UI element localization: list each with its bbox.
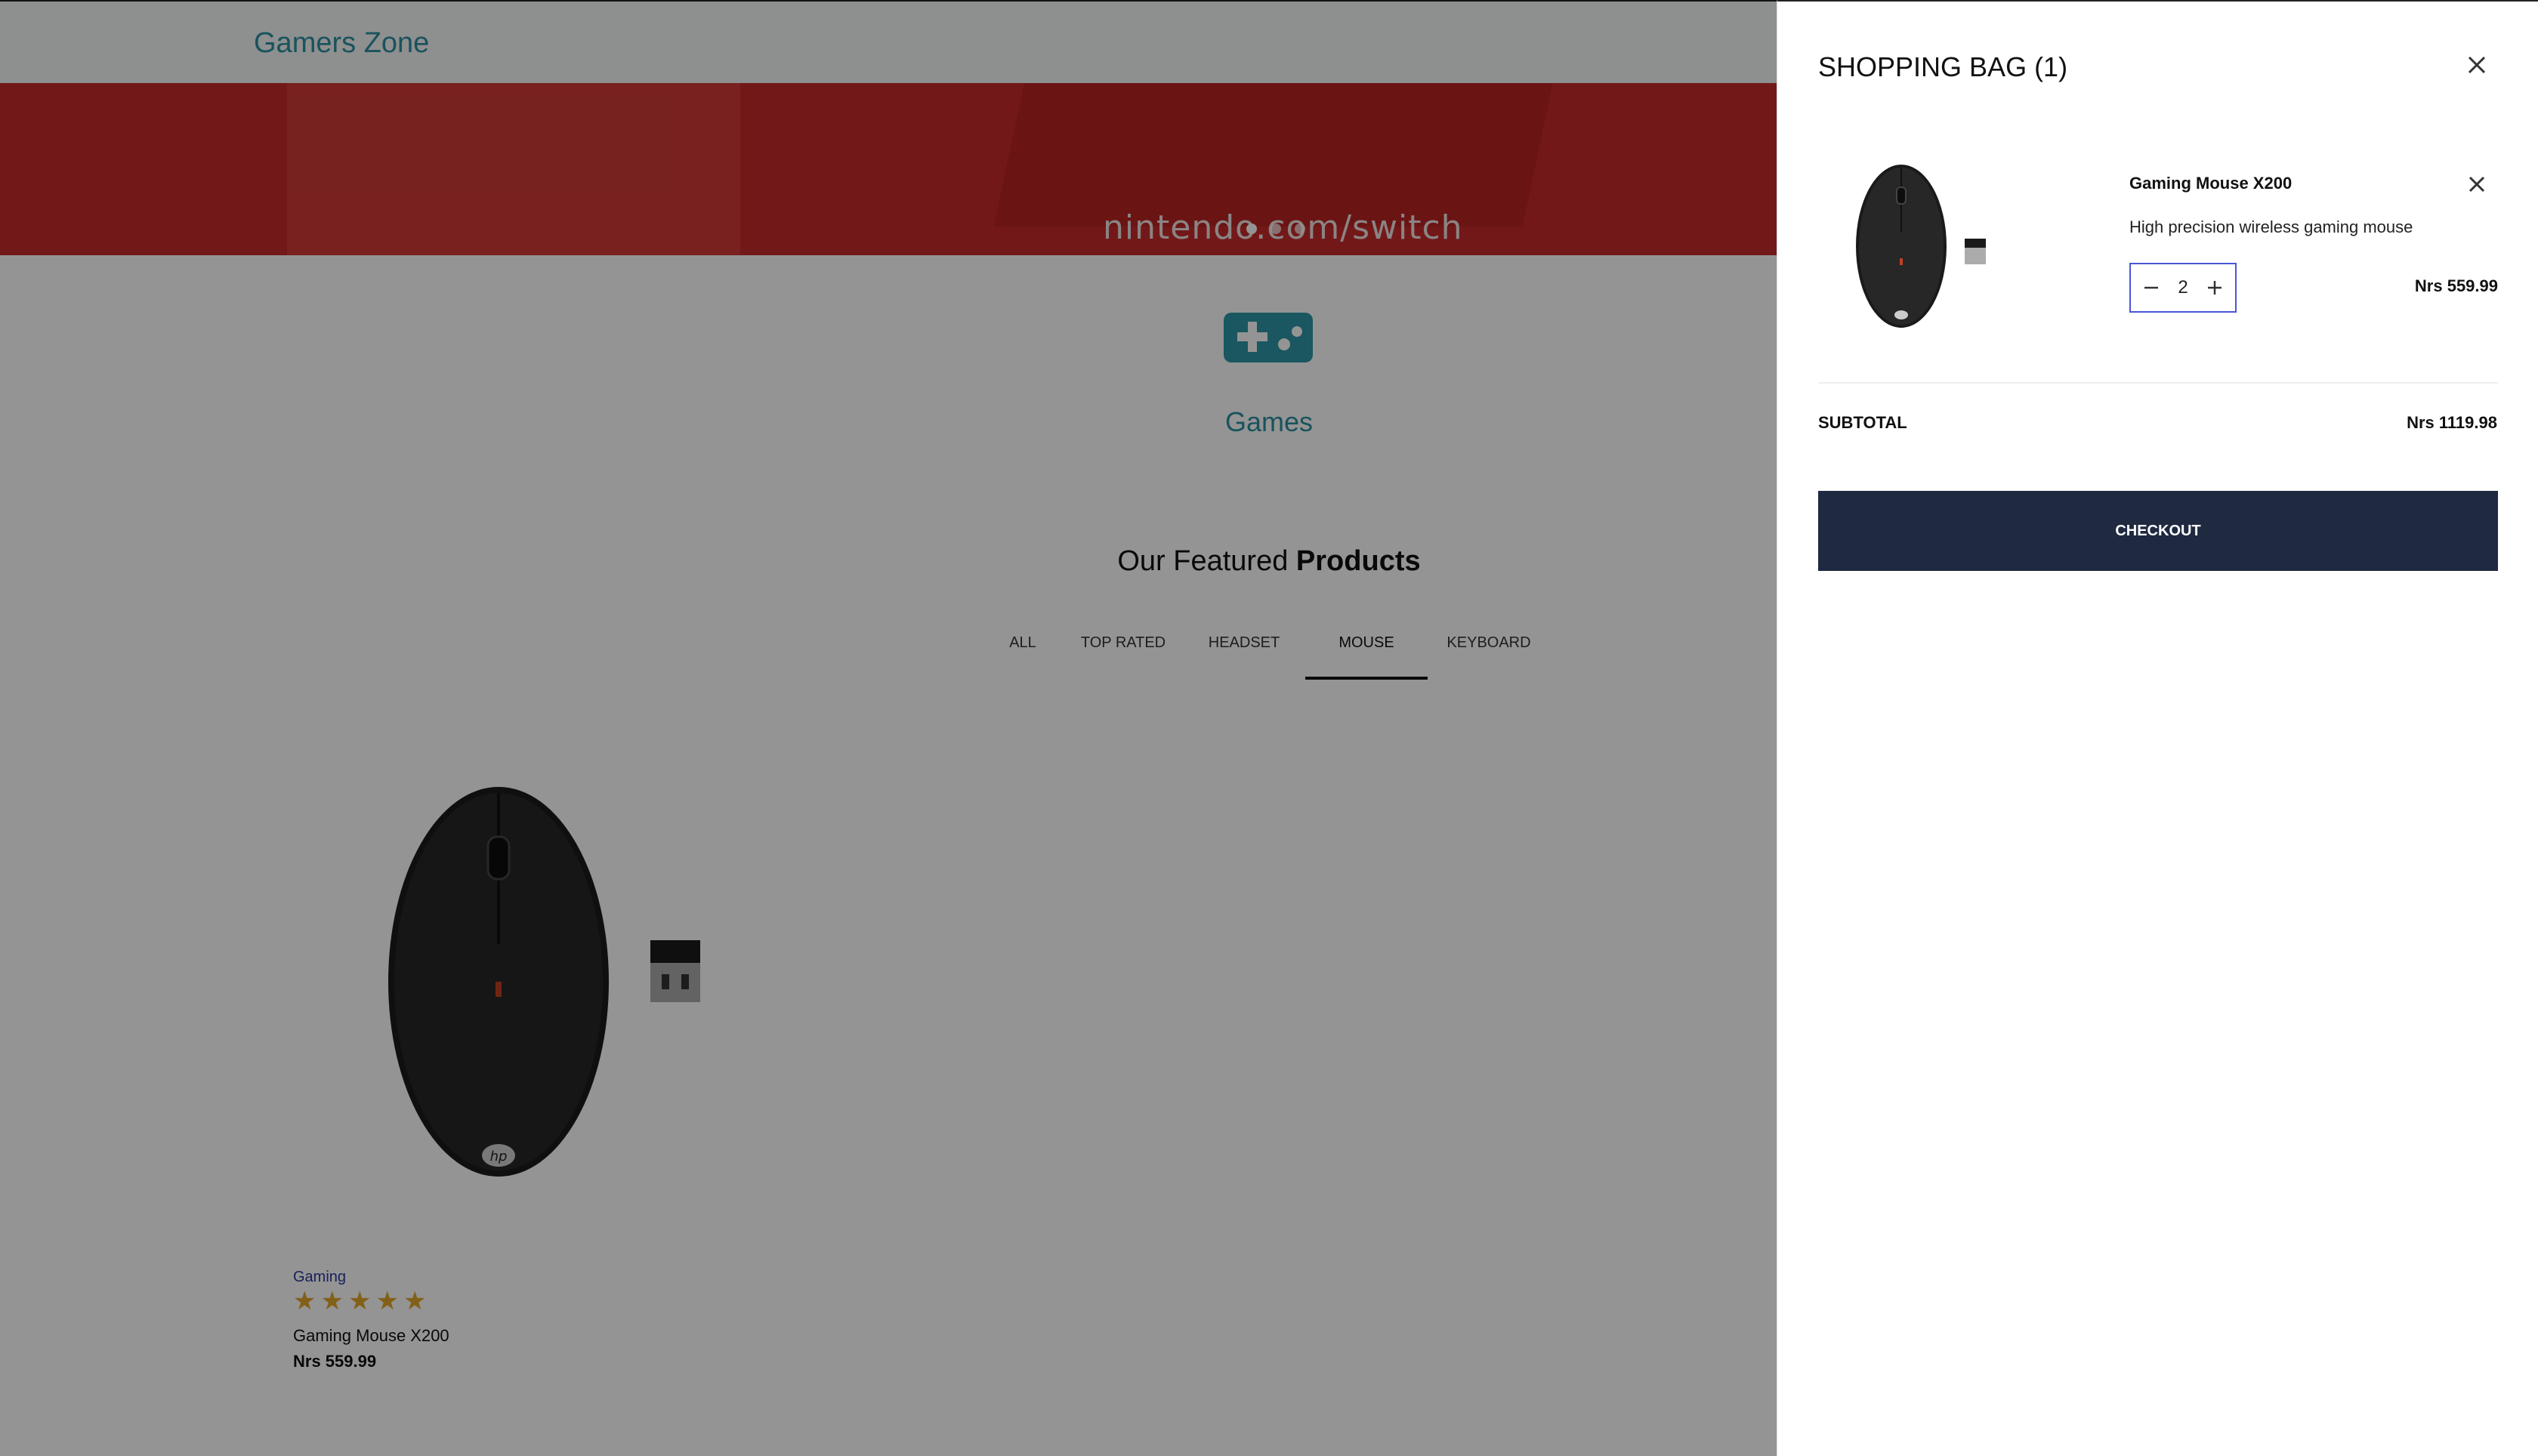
subtotal-label: SUBTOTAL xyxy=(1818,413,1907,432)
bag-item-name: Gaming Mouse X200 xyxy=(2129,174,2293,193)
quantity-stepper: 2 xyxy=(2129,263,2237,313)
divider xyxy=(1818,382,2498,384)
shopping-bag-title: SHOPPING BAG (1) xyxy=(1818,51,2068,82)
checkout-button[interactable]: CHECKOUT xyxy=(1818,491,2498,571)
shopping-bag-drawer: SHOPPING BAG (1) Gaming Mouse X200 High … xyxy=(1777,0,2538,1456)
drawer-backdrop[interactable] xyxy=(0,0,1777,1456)
quantity-value[interactable]: 2 xyxy=(2178,277,2188,298)
bag-item-price: Nrs 559.99 xyxy=(2414,276,2498,295)
remove-item-close-icon[interactable] xyxy=(2463,171,2490,198)
bag-item-description: High precision wireless gaming mouse xyxy=(2129,217,2413,236)
bag-item-image[interactable] xyxy=(1818,160,2007,334)
close-icon[interactable] xyxy=(2462,50,2492,80)
subtotal-value: Nrs 1119.98 xyxy=(2407,413,2497,432)
minus-icon[interactable] xyxy=(2140,276,2163,299)
bag-item: Gaming Mouse X200 High precision wireles… xyxy=(1818,145,2498,341)
plus-icon[interactable] xyxy=(2203,276,2226,299)
